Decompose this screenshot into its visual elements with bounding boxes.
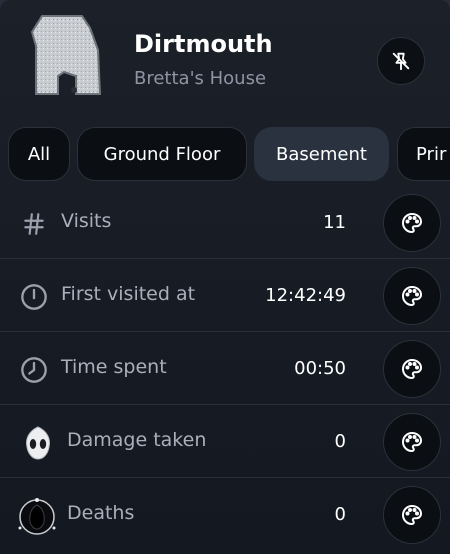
stat-row-damage-taken: Damage taken 0	[0, 405, 450, 478]
clock-alert-icon	[18, 281, 50, 313]
palette-button[interactable]	[383, 413, 441, 471]
tab-prir[interactable]: Prir	[397, 127, 450, 181]
stat-value: 12:42:49	[265, 285, 346, 306]
stat-label: First visited at	[61, 283, 196, 305]
mask-icon	[20, 425, 56, 461]
palette-button[interactable]	[383, 340, 441, 398]
stat-value: 0	[334, 431, 346, 452]
stat-row-deaths: Deaths 0	[0, 478, 450, 551]
room-stats-panel: Dirtmouth Bretta's House All Ground Floo…	[0, 0, 450, 554]
room-subtitle: Bretta's House	[134, 68, 267, 89]
stat-value: 11	[323, 212, 346, 233]
palette-icon	[402, 212, 423, 234]
map-room-icon	[30, 15, 102, 95]
palette-button[interactable]	[383, 486, 441, 544]
stat-value: 0	[334, 504, 346, 525]
stat-row-time-spent: Time spent 00:50	[0, 332, 450, 405]
shade-icon	[18, 498, 56, 536]
palette-icon	[402, 285, 423, 307]
palette-icon	[402, 504, 423, 526]
tab-all[interactable]: All	[8, 127, 70, 181]
palette-button[interactable]	[383, 194, 441, 252]
clock-icon	[18, 354, 50, 386]
stat-label: Time spent	[61, 356, 167, 378]
room-header: Dirtmouth Bretta's House	[0, 0, 450, 120]
stat-value: 00:50	[294, 358, 346, 379]
unpin-button[interactable]	[377, 37, 425, 85]
tab-ground-floor[interactable]: Ground Floor	[77, 127, 247, 181]
area-title: Dirtmouth	[134, 30, 273, 58]
palette-button[interactable]	[383, 267, 441, 325]
tab-basement[interactable]: Basement	[254, 127, 389, 181]
hash-icon	[18, 208, 50, 240]
stat-row-first-visited: First visited at 12:42:49	[0, 259, 450, 332]
stat-label: Visits	[61, 210, 112, 232]
stat-label: Damage taken	[67, 429, 207, 451]
stat-row-visits: Visits 11	[0, 186, 450, 259]
pin-off-icon	[392, 52, 410, 71]
palette-icon	[402, 431, 423, 453]
floor-tabs: All Ground Floor Basement Prir	[0, 127, 450, 183]
palette-icon	[402, 358, 423, 380]
stat-label: Deaths	[67, 502, 135, 524]
